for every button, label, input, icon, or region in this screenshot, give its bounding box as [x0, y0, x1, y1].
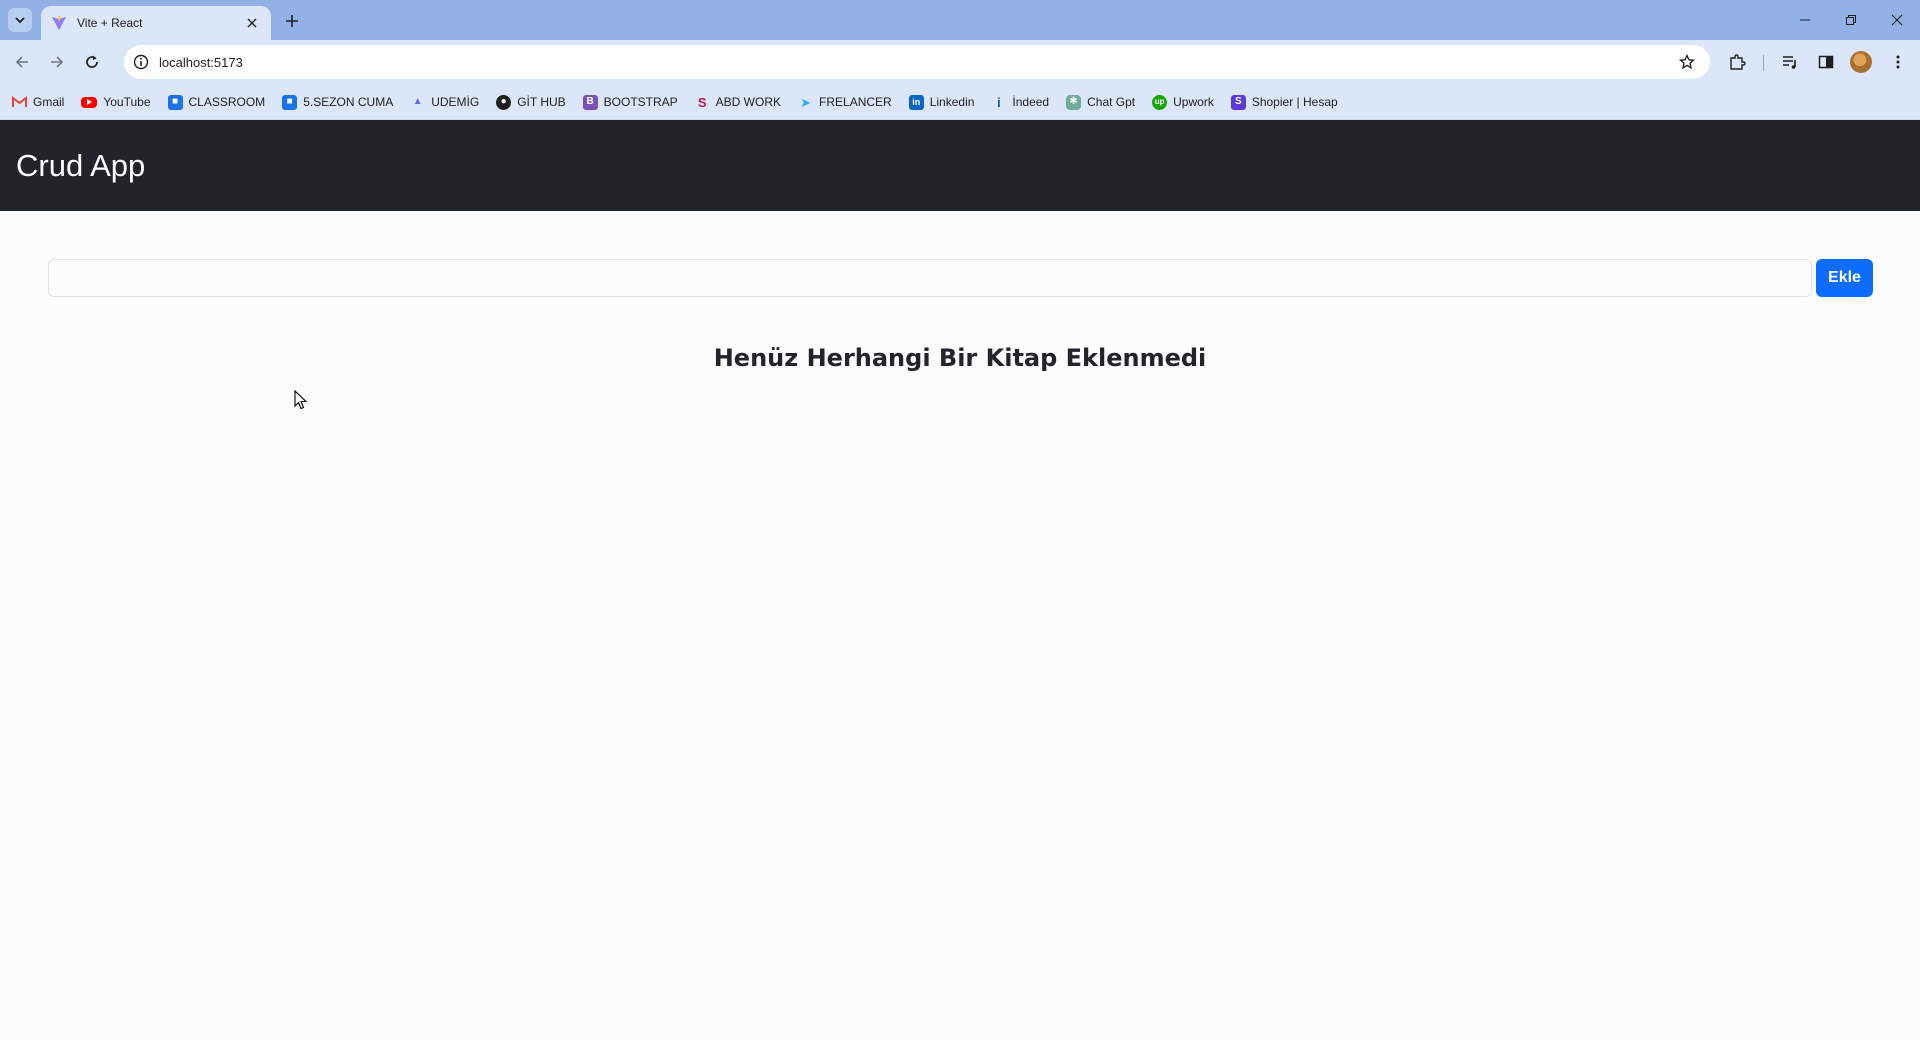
youtube-icon: [81, 96, 98, 108]
tab-search-button[interactable]: [8, 8, 32, 32]
tab-strip: Vite + React: [0, 0, 1920, 40]
add-button[interactable]: Ekle: [1816, 259, 1873, 297]
bookmark-label: CLASSROOM: [188, 95, 266, 109]
empty-state-message: Henüz Herhangi Bir Kitap Eklenmedi: [713, 344, 1207, 372]
bookmark-label: GİT HUB: [517, 95, 566, 109]
extensions-button[interactable]: [1724, 49, 1750, 75]
minimize-button[interactable]: [1782, 0, 1828, 40]
close-icon: [1891, 14, 1903, 26]
app-navbar: Crud App: [0, 120, 1920, 211]
arrow-right-icon: [51, 56, 64, 68]
browser-menu-button[interactable]: [1885, 49, 1911, 75]
puzzle-icon: [1730, 54, 1746, 70]
linkedin-icon: in: [908, 94, 924, 110]
bookmark-gmail[interactable]: Gmail: [12, 95, 64, 110]
reload-icon: [86, 55, 98, 68]
bookmark-label: İndeed: [1012, 95, 1050, 109]
side-panel-button[interactable]: [1813, 49, 1839, 75]
close-tab-icon[interactable]: [243, 14, 261, 32]
playlist-icon: [1783, 56, 1796, 69]
bookmark-label: YouTube: [103, 95, 151, 109]
bookmark-label: Shopier | Hesap: [1251, 95, 1338, 109]
forward-button[interactable]: [44, 49, 70, 75]
vite-icon: [51, 15, 67, 31]
book-title-input[interactable]: [48, 259, 1812, 297]
bookmark-label: Linkedin: [929, 95, 975, 109]
bookmark-udemig[interactable]: ▲ UDEMİG: [410, 95, 479, 110]
udemig-icon: ▲: [412, 96, 423, 107]
new-tab-button[interactable]: [279, 8, 305, 34]
bookmark-bootstrap[interactable]: B BOOTSTRAP: [582, 94, 678, 110]
bookmark-label: Gmail: [33, 95, 65, 109]
upwork-icon: up: [1152, 94, 1168, 110]
bookmarks-bar: Gmail YouTube ■ CLASSROOM ■ 5.SEZON CUMA…: [0, 85, 1920, 120]
browser-tab[interactable]: Vite + React: [41, 6, 271, 40]
bookmark-frelancer[interactable]: ➤ FRELANCER: [798, 95, 892, 110]
navbar-brand[interactable]: Crud App: [16, 148, 145, 184]
media-control-button[interactable]: [1777, 49, 1803, 75]
chatgpt-icon: ✱: [1066, 94, 1082, 110]
bookmark-chat-gpt[interactable]: ✱ Chat Gpt: [1066, 94, 1136, 110]
add-book-form: Ekle: [48, 259, 1873, 297]
reload-button[interactable]: [79, 49, 105, 75]
site-info-icon[interactable]: [130, 51, 152, 73]
bookmark-label: UDEMİG: [431, 95, 480, 109]
bookmark-abd-work[interactable]: S ABD WORK: [695, 95, 781, 110]
close-window-button[interactable]: [1874, 0, 1920, 40]
address-url: localhost:5173: [159, 54, 243, 70]
profile-avatar[interactable]: [1850, 51, 1872, 73]
freelancer-icon: ➤: [800, 94, 811, 110]
bookmark-classroom[interactable]: ■ CLASSROOM: [167, 94, 266, 110]
toolbar-divider: [1763, 55, 1764, 71]
address-bar[interactable]: localhost:5173: [124, 45, 1710, 79]
indeed-icon: i: [997, 94, 1001, 110]
bookmark-github[interactable]: ● GİT HUB: [496, 94, 566, 110]
bootstrap-icon: B: [582, 94, 598, 110]
bookmark-label: ABD WORK: [715, 95, 782, 109]
shopier-icon: S: [1230, 94, 1246, 110]
bookmark-upwork[interactable]: up Upwork: [1152, 94, 1214, 110]
bookmark-label: FRELANCER: [819, 95, 892, 109]
bookmark-youtube[interactable]: YouTube: [81, 95, 151, 109]
bookmark-5-sezon-cuma[interactable]: ■ 5.SEZON CUMA: [282, 94, 394, 110]
bookmark-shopier[interactable]: S Shopier | Hesap: [1230, 94, 1338, 110]
bookmark-label: Chat Gpt: [1087, 95, 1136, 109]
back-button[interactable]: [9, 49, 35, 75]
kebab-menu-icon: [1896, 55, 1900, 69]
classroom-icon: ■: [282, 94, 298, 110]
browser-toolbar: localhost:5173: [0, 40, 1920, 85]
arrow-left-icon: [15, 56, 28, 68]
minimize-icon: [1800, 19, 1810, 21]
plus-icon: [286, 15, 298, 27]
tab-title: Vite + React: [77, 16, 143, 30]
sf-icon: S: [697, 94, 707, 110]
bookmark-star-icon[interactable]: [1674, 49, 1700, 75]
bookmark-indeed[interactable]: i İndeed: [991, 95, 1049, 110]
bookmark-label: 5.SEZON CUMA: [303, 95, 394, 109]
side-panel-icon: [1818, 55, 1834, 69]
chevron-down-icon: [15, 17, 25, 24]
classroom-icon: ■: [167, 94, 183, 110]
gmail-icon: [12, 95, 27, 110]
bookmark-linkedin[interactable]: in Linkedin: [908, 94, 975, 110]
github-icon: ●: [496, 94, 512, 110]
mouse-cursor-icon: [294, 390, 308, 410]
bookmark-label: BOOTSTRAP: [603, 95, 678, 109]
restore-icon: [1846, 15, 1856, 25]
bookmark-label: Upwork: [1173, 95, 1214, 109]
restore-button[interactable]: [1828, 0, 1874, 40]
